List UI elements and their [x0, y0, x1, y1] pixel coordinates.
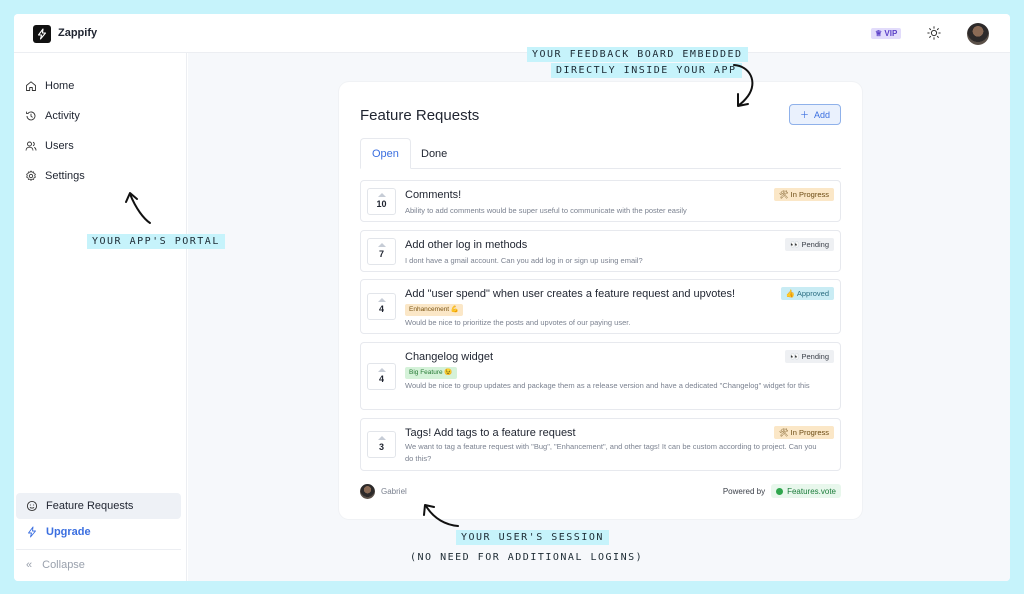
- request-title: Comments!: [405, 189, 462, 201]
- top-bar: Zappify ♕ VIP: [14, 14, 1010, 53]
- app-name: Zappify: [58, 27, 98, 39]
- annotation-board-line1: YOUR FEEDBACK BOARD EMBEDDED: [527, 47, 748, 62]
- request-item[interactable]: 4 Add "user spend" when user creates a f…: [360, 279, 841, 334]
- sidebar-item-feature-requests[interactable]: Feature Requests: [16, 493, 181, 519]
- request-title: Tags! Add tags to a feature request: [405, 427, 576, 439]
- board-title: Feature Requests: [360, 107, 480, 124]
- sidebar-item-settings[interactable]: Settings: [25, 167, 85, 185]
- arrow-icon: [733, 64, 754, 107]
- status-badge: 🛠 In Progress: [774, 426, 834, 439]
- upvote-button[interactable]: 4: [367, 363, 396, 390]
- sidebar-item-label: Settings: [45, 170, 85, 182]
- upvote-button[interactable]: 10: [367, 188, 396, 215]
- vote-count: 3: [378, 442, 384, 452]
- request-item[interactable]: 10 Comments! Ability to add comments wou…: [360, 180, 841, 222]
- request-title: Add "user spend" when user creates a fea…: [405, 288, 736, 300]
- tab-open[interactable]: Open: [360, 138, 411, 169]
- double-chevron-left-icon: «: [26, 559, 33, 571]
- request-description: Would be nice to group updates and packa…: [405, 381, 810, 390]
- tab-done[interactable]: Done: [410, 138, 458, 169]
- smiley-icon: [26, 500, 38, 512]
- sidebar-item-users[interactable]: Users: [25, 137, 74, 155]
- annotation-portal: YOUR APP'S PORTAL: [87, 234, 225, 249]
- features-vote-logo-icon: [776, 487, 784, 495]
- request-item[interactable]: 7 Add other log in methods I dont have a…: [360, 230, 841, 272]
- annotation-session-line2: (NO NEED FOR ADDITIONAL LOGINS): [410, 552, 644, 563]
- upvote-button[interactable]: 3: [367, 431, 396, 458]
- add-label: Add: [814, 109, 831, 120]
- sun-icon[interactable]: [927, 26, 941, 40]
- gear-icon: [26, 170, 36, 181]
- lightning-icon: [28, 526, 36, 538]
- annotation-board-line2: DIRECTLY INSIDE YOUR APP: [551, 63, 742, 78]
- status-badge: 👀 Pending: [785, 238, 834, 251]
- tab-label: Done: [421, 147, 448, 160]
- request-item[interactable]: 4 Changelog widget Big Feature 😉 Would b…: [360, 342, 841, 410]
- features-vote-label: Features.vote: [787, 486, 836, 496]
- request-title: Changelog widget: [405, 351, 494, 363]
- powered-by-label: Powered by: [722, 486, 766, 496]
- upgrade-link[interactable]: Upgrade: [26, 526, 91, 538]
- powered-by: Powered by Features.vote: [723, 484, 841, 498]
- arrow-icon: [423, 504, 459, 527]
- vote-count: 7: [378, 249, 384, 259]
- upvote-button[interactable]: 7: [367, 238, 396, 265]
- home-icon: [26, 81, 36, 91]
- features-vote-link[interactable]: Features.vote: [771, 484, 841, 498]
- vote-count: 10: [376, 199, 387, 209]
- status-badge: 👀 Pending: [785, 350, 834, 363]
- upvote-arrow-icon: [377, 298, 386, 302]
- app-window: Zappify ♕ VIP Home Activity Users Settin…: [14, 14, 1010, 581]
- sidebar-item-label: Activity: [45, 110, 80, 122]
- sidebar-item-label: Users: [45, 140, 74, 152]
- logo-icon: [33, 25, 51, 43]
- current-user: Gabriel: [360, 484, 407, 499]
- users-icon: [25, 141, 37, 151]
- sidebar-item-label: Feature Requests: [46, 500, 134, 512]
- upvote-arrow-icon: [377, 368, 386, 372]
- tag-badge: Big Feature 😉: [405, 367, 457, 379]
- feedback-board: Feature Requests ＋ Add Open Done 10 Comm…: [339, 82, 862, 519]
- request-description: We want to tag a feature request with "B…: [405, 442, 817, 463]
- sidebar-item-home[interactable]: Home: [25, 77, 74, 95]
- tab-label: Open: [372, 147, 399, 160]
- sidebar-item-label: Home: [45, 80, 75, 92]
- upvote-arrow-icon: [377, 193, 386, 197]
- add-button[interactable]: ＋ Add: [789, 104, 841, 125]
- request-description: Ability to add comments would be super u…: [405, 206, 687, 215]
- vip-label: VIP: [884, 29, 898, 38]
- tab-bar: Open Done: [360, 138, 841, 169]
- annotation-session-line1: YOUR USER'S SESSION: [456, 530, 609, 545]
- user-name: Gabriel: [381, 487, 407, 496]
- user-avatar[interactable]: [967, 23, 989, 45]
- status-badge: 👍 Approved: [780, 287, 834, 300]
- request-description: I dont have a gmail account. Can you add…: [405, 256, 643, 265]
- history-icon: [26, 111, 36, 121]
- upgrade-label: Upgrade: [46, 526, 91, 538]
- upvote-arrow-icon: [377, 436, 386, 440]
- upvote-arrow-icon: [377, 243, 386, 247]
- status-badge: 🛠 In Progress: [774, 188, 834, 201]
- request-item[interactable]: 3 Tags! Add tags to a feature request We…: [360, 418, 841, 471]
- tag-badge: Enhancement 💪: [405, 304, 464, 316]
- arrow-icon: [125, 192, 151, 224]
- collapse-label: Collapse: [42, 559, 85, 571]
- vip-badge: ♕ VIP: [871, 28, 902, 39]
- plus-icon: ＋: [799, 110, 809, 120]
- collapse-button[interactable]: « Collapse: [26, 559, 85, 571]
- sidebar-item-activity[interactable]: Activity: [25, 107, 80, 125]
- request-description: Would be nice to prioritize the posts an…: [405, 318, 631, 327]
- user-avatar: [360, 484, 375, 499]
- sidebar: Home Activity Users Settings Feature Req…: [14, 53, 187, 581]
- sidebar-divider: [16, 549, 181, 550]
- upvote-button[interactable]: 4: [367, 293, 396, 320]
- vote-count: 4: [378, 374, 384, 384]
- vote-count: 4: [378, 304, 384, 314]
- request-title: Add other log in methods: [405, 239, 528, 251]
